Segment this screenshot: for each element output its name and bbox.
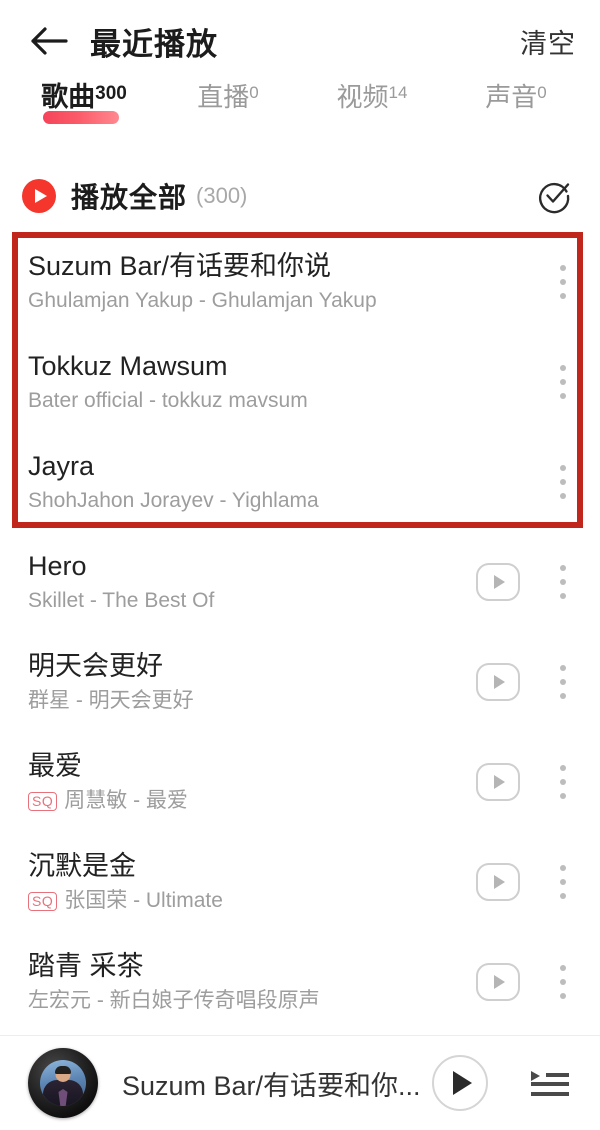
song-more-menu-icon[interactable] [550,261,576,303]
row-play-button[interactable] [476,963,520,1001]
now-playing-title[interactable]: Suzum Bar/有话要和你... [122,1064,432,1103]
play-circle-icon[interactable] [22,179,56,213]
row-play-button[interactable] [476,763,520,801]
tab-video-count: 14 [388,83,408,102]
song-subtitle: SQ 周慧敏 - 最爱 [28,789,476,813]
sq-quality-badge: SQ [28,791,58,811]
tab-songs-count: 300 [95,83,127,104]
song-title: 沉默是金 [28,850,136,881]
play-icon[interactable] [432,1055,488,1111]
app-header: 最近播放 清空 [0,0,600,82]
song-artist-album: 张国荣 - Ultimate [64,889,223,913]
play-all-count: (300) [196,183,248,208]
song-title: Suzum Bar/有话要和你说 [28,250,332,281]
playlist-queue-icon[interactable] [526,1059,574,1107]
row-play-button[interactable] [476,663,520,701]
song-artist-album: 群星 - 明天会更好 [28,689,194,713]
album-art-avatar[interactable] [28,1048,98,1118]
song-more-menu-icon[interactable] [550,461,576,503]
song-info: Jayra ShohJahon Jorayev - Yighlama [28,451,476,514]
tab-songs-label: 歌曲 [41,82,96,112]
tab-live-count: 0 [249,83,259,102]
table-row[interactable]: 沉默是金 SQ 张国荣 - Ultimate [0,832,600,932]
back-arrow-icon[interactable] [26,18,72,64]
table-row[interactable]: Suzum Bar/有话要和你说 Ghulamjan Yakup - Ghula… [0,232,600,332]
table-row[interactable]: 明天会更好 群星 - 明天会更好 [0,632,600,732]
song-title: Tokkuz Mawsum [28,350,228,381]
sq-quality-badge: SQ [28,891,58,911]
song-more-menu-icon[interactable] [550,761,576,803]
tab-audio-label: 声音 [485,82,538,112]
song-title: 踏青 采茶 [28,950,144,981]
check-circle-select-icon[interactable] [534,176,574,216]
row-play-button[interactable] [476,863,520,901]
tab-active-underline [43,111,120,124]
tab-bar: 歌曲 300 直播 0 视频 14 声音 0 [0,82,600,144]
song-title: Hero [28,550,87,581]
table-row[interactable]: 最爱 SQ 周慧敏 - 最爱 [0,732,600,832]
song-more-menu-icon[interactable] [550,961,576,1003]
table-row[interactable]: Tokkuz Mawsum Bater official - tokkuz ma… [0,332,600,432]
song-more-menu-icon[interactable] [550,861,576,903]
table-row[interactable]: Jayra ShohJahon Jorayev - Yighlama [0,432,600,532]
song-info: Tokkuz Mawsum Bater official - tokkuz ma… [28,351,476,414]
play-all-label: 播放全部 [71,182,188,213]
song-more-menu-icon[interactable] [550,561,576,603]
tab-songs[interactable]: 歌曲 300 [12,82,156,124]
song-artist-album: ShohJahon Jorayev - Yighlama [28,489,319,513]
tab-video[interactable]: 视频 14 [300,82,444,110]
song-info: Hero Skillet - The Best Of [28,551,476,614]
clear-button[interactable]: 清空 [520,22,576,61]
song-title: 明天会更好 [28,650,163,681]
song-info: Suzum Bar/有话要和你说 Ghulamjan Yakup - Ghula… [28,251,476,314]
song-title: 最爱 [28,750,82,781]
tab-live[interactable]: 直播 0 [156,82,300,110]
song-artist-album: 左宏元 - 新白娘子传奇唱段原声 [28,989,320,1013]
page-title: 最近播放 [90,26,218,62]
song-subtitle: Bater official - tokkuz mavsum [28,389,476,413]
song-subtitle: 左宏元 - 新白娘子传奇唱段原声 [28,989,476,1013]
song-subtitle: Ghulamjan Yakup - Ghulamjan Yakup [28,289,476,313]
song-more-menu-icon[interactable] [550,361,576,403]
song-artist-album: Bater official - tokkuz mavsum [28,389,308,413]
song-artist-album: Ghulamjan Yakup - Ghulamjan Yakup [28,289,377,313]
song-title: Jayra [28,450,95,481]
song-info: 最爱 SQ 周慧敏 - 最爱 [28,751,476,814]
tab-video-label: 视频 [336,82,389,112]
song-subtitle: 群星 - 明天会更好 [28,689,476,713]
song-info: 明天会更好 群星 - 明天会更好 [28,651,476,714]
song-subtitle: SQ 张国荣 - Ultimate [28,889,476,913]
mini-player-bar: Suzum Bar/有话要和你... [0,1035,600,1130]
song-artist-album: Skillet - The Best Of [28,589,215,613]
table-row[interactable]: 踏青 采茶 左宏元 - 新白娘子传奇唱段原声 [0,932,600,1032]
song-more-menu-icon[interactable] [550,661,576,703]
song-list: Suzum Bar/有话要和你说 Ghulamjan Yakup - Ghula… [0,232,600,1032]
song-info: 沉默是金 SQ 张国荣 - Ultimate [28,851,476,914]
song-subtitle: Skillet - The Best Of [28,589,476,613]
song-subtitle: ShohJahon Jorayev - Yighlama [28,489,476,513]
song-artist-album: 周慧敏 - 最爱 [64,789,188,813]
row-play-button[interactable] [476,563,520,601]
tab-audio-count: 0 [537,83,547,102]
tab-live-label: 直播 [197,82,250,112]
song-info: 踏青 采茶 左宏元 - 新白娘子传奇唱段原声 [28,951,476,1014]
play-all-row[interactable]: 播放全部 (300) [0,160,600,232]
table-row[interactable]: Hero Skillet - The Best Of [0,532,600,632]
tab-audio[interactable]: 声音 0 [444,82,588,110]
recently-played-screen: 最近播放 清空 歌曲 300 直播 0 视频 14 声音 0 播放全部 (300… [0,0,600,1130]
